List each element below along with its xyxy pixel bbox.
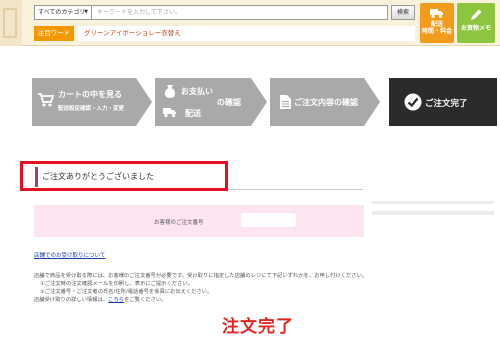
money-bag-icon <box>164 85 176 98</box>
shopping-memo-button[interactable]: お買物メモ <box>457 3 495 43</box>
instruction-line: 店舗で商品を受け取る際には、お客様のご注文番号が必要です。受け取りに指定した店舗… <box>34 273 368 279</box>
instruction-line: ②ご注文番号・ご注文者の氏名/住所/電話番号を係員にお伝えください。 <box>40 289 213 295</box>
shipping-info-button[interactable]: 配送 時間・料金 <box>420 3 454 43</box>
logo-fragment <box>0 0 22 46</box>
document-icon <box>280 95 291 109</box>
sidebar-placeholder <box>372 211 494 215</box>
pickup-instructions: 店舗で商品を受け取る際には、お客様のご注文番号が必要です。受け取りに指定した店舗… <box>34 272 367 304</box>
pickup-details-link[interactable]: こちら <box>108 297 124 303</box>
hot-words-tag: 注目ワード <box>34 26 74 41</box>
store-pickup-link[interactable]: 店舗でのお受け取りについて <box>34 251 105 259</box>
site-header: すべてのカテゴリ ▼ キーワードを入力して下さい。 検索 注目ワード グリーンア… <box>0 0 500 46</box>
truck-icon <box>163 108 176 118</box>
order-complete-annotation: 注文完了 <box>222 317 294 337</box>
order-thanks-heading: ご注文ありがとうございました <box>35 167 154 187</box>
step-order-complete: ご注文完了 <box>389 78 497 126</box>
divider <box>228 189 363 190</box>
instruction-line: 店舗受け取りの詳しい情報は、こちらをご覧ください。 <box>34 297 167 303</box>
sidebar-placeholder <box>372 201 494 204</box>
order-number-label: お客様のご注文番号 <box>154 220 204 226</box>
pencil-icon <box>471 9 482 20</box>
checkout-progress-steps: カートの中を見る 配送設定確認・入力・変更 お支払い 配送 の確認 ご注文内容の… <box>0 78 500 126</box>
truck-icon <box>430 9 443 19</box>
order-number-panel: お客様のご注文番号 <box>34 205 364 237</box>
hot-words-link[interactable]: グリーンアイボーショレー衣替え <box>78 26 415 41</box>
step-payment-shipping: お支払い 配送 の確認 <box>155 78 267 126</box>
instruction-line: ①ご注文時の注文確認メールを印刷し、表示にご提示ください。 <box>40 281 193 287</box>
chevron-down-icon: ▼ <box>84 9 88 15</box>
step-cart: カートの中を見る 配送設定確認・入力・変更 <box>32 78 152 126</box>
category-select[interactable]: すべてのカテゴリ ▼ <box>34 5 92 20</box>
order-number-redacted <box>241 213 296 227</box>
search-button[interactable]: 検索 <box>391 5 415 20</box>
order-thanks-highlight: ご注文ありがとうございました <box>20 161 228 191</box>
search-input[interactable]: キーワードを入力して下さい。 <box>92 5 388 20</box>
check-circle-icon <box>404 93 422 111</box>
cart-icon <box>38 93 54 107</box>
step-order-review: ご注文内容の確認 <box>270 78 380 126</box>
